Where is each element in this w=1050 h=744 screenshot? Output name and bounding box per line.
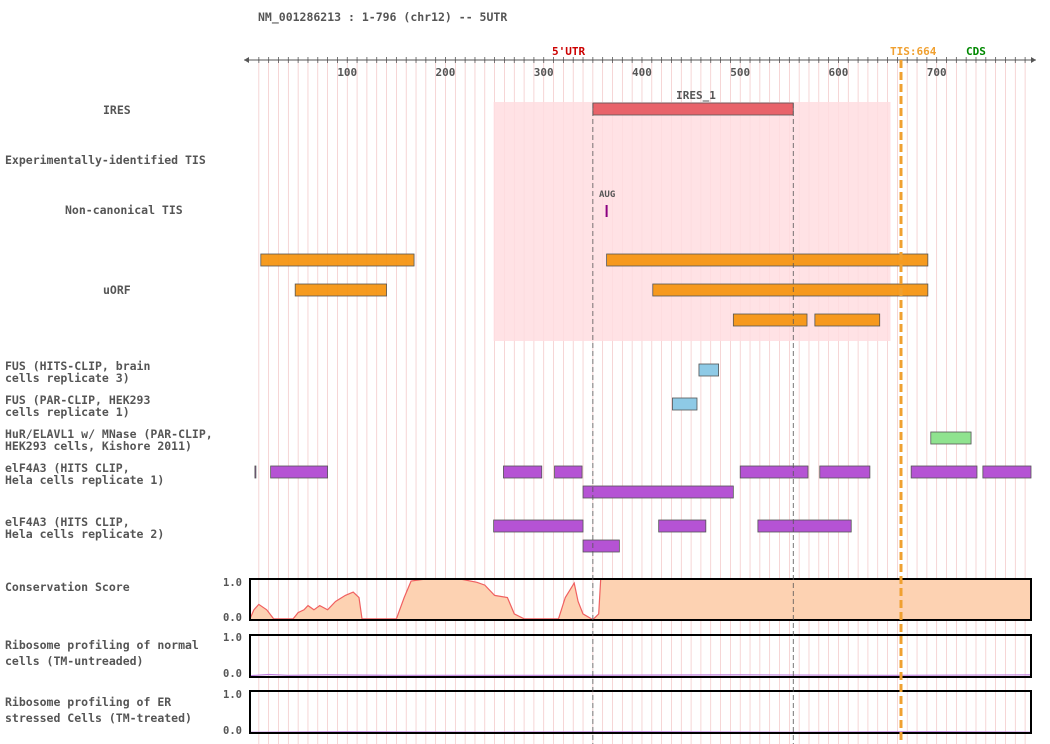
fus-brain-peak <box>698 363 720 377</box>
uorf-box <box>814 313 881 327</box>
axis-tick-label: 200 <box>436 66 456 79</box>
eif4a3-rep2-peak <box>582 539 620 553</box>
axis-right-arrow <box>1031 57 1036 63</box>
eif4a3-rep2-peak <box>658 519 707 533</box>
uorf-box <box>294 283 387 297</box>
ribo-normal-track-line <box>249 673 1032 677</box>
eif4a3-rep1-peak <box>982 465 1032 479</box>
eif4a3-rep1-peak <box>270 465 329 479</box>
ribo-normal-ymin-label: 0.0 <box>223 668 242 680</box>
ires-feature-box <box>592 102 794 116</box>
score-track-layer: 1.0 0.0 1.0 0.0 1.0 0.0 <box>223 577 1032 737</box>
ires-highlight-layer <box>493 102 891 341</box>
axis-tick-label: 700 <box>927 66 947 79</box>
eif4a3-rep1-peak <box>819 465 871 479</box>
uorf-box <box>606 253 929 267</box>
conservation-ymax-label: 1.0 <box>223 577 242 589</box>
ires-highlight <box>493 102 891 341</box>
ribo-er-ymax-label: 1.0 <box>223 689 242 701</box>
tis-region-label: TIS:664 <box>890 45 937 58</box>
conservation-ymin-label: 0.0 <box>223 612 242 624</box>
eif4a3-rep2-peak <box>493 519 584 533</box>
eif4a3-rep1-peak <box>910 465 978 479</box>
uorf-box <box>260 253 415 267</box>
eif4a3-rep1-peak <box>739 465 809 479</box>
uorf-box <box>652 283 929 297</box>
axis-tick-label: 400 <box>632 66 652 79</box>
fus-hek-peak <box>672 397 698 411</box>
axis-tick-label: 600 <box>829 66 849 79</box>
axis-tick-label: 500 <box>730 66 750 79</box>
genome-track-viewer: 5'UTR TIS:664 CDS 100 200 300 400 500 600 700 … <box>223 45 1036 744</box>
eif4a3-rep1-peak <box>503 465 543 479</box>
ires-feature-label: IRES_1 <box>676 89 716 102</box>
axis-tick-label: 100 <box>337 66 357 79</box>
utr-region-label: 5'UTR <box>552 45 585 58</box>
ribo-er-ymin-label: 0.0 <box>223 725 242 737</box>
axis-tick-label: 300 <box>534 66 554 79</box>
aug-label: AUG <box>599 190 615 200</box>
hur-peak <box>930 431 972 445</box>
eif4a3-rep1-peak <box>582 485 734 499</box>
uorf-box <box>732 313 808 327</box>
eif4a3-rep1-peak <box>254 465 257 479</box>
axis-left-arrow <box>244 57 249 63</box>
eif4a3-rep1-peak <box>554 465 583 479</box>
eif4a3-rep2-peak <box>757 519 852 533</box>
ribo-normal-ymax-label: 1.0 <box>223 632 242 644</box>
cds-region-label: CDS <box>966 45 986 58</box>
